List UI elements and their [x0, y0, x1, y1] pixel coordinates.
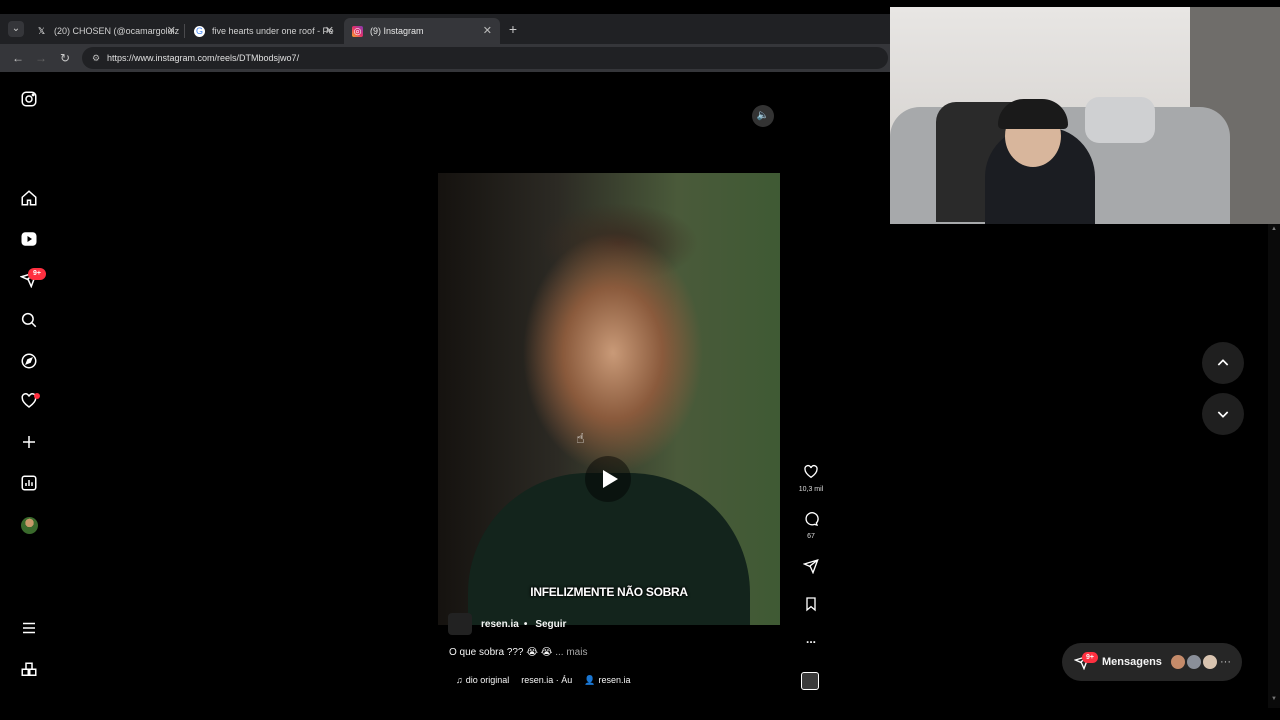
x-logo-icon: 𝕏 [37, 26, 46, 36]
chevron-up-icon [1217, 359, 1229, 366]
separator-dot: • [523, 618, 528, 630]
play-icon [602, 470, 618, 488]
messages-pill-badge: 9+ [1082, 652, 1098, 663]
tab-separator [184, 24, 185, 38]
send-icon [802, 558, 819, 575]
reels-icon[interactable] [18, 228, 40, 250]
webcam-pillow [1085, 97, 1155, 143]
audio-label: dio original [465, 675, 510, 685]
reel-user-row: resen.ia • Seguir [448, 613, 566, 635]
contact-avatar [1186, 654, 1202, 670]
messages-more: ··· [1220, 656, 1231, 668]
save-button[interactable] [796, 596, 826, 617]
tab-instagram[interactable]: ◎ (9) Instagram ✕ [344, 18, 500, 44]
close-icon[interactable]: ✕ [325, 18, 334, 44]
forward-arrow-icon[interactable]: → [33, 50, 49, 66]
reel-container[interactable]: 🔈 INFELIZMENTE NÃO SOBRA resen.ia • Segu… [438, 97, 780, 705]
scroll-down-icon[interactable]: ▼ [1268, 696, 1280, 706]
caption-more-link[interactable]: ... mais [555, 647, 587, 658]
hand-cursor-icon: ☝ [576, 430, 585, 446]
reel-video[interactable]: INFELIZMENTE NÃO SOBRA [438, 173, 780, 625]
like-button[interactable]: 10,3 mil [796, 464, 826, 493]
grid-icon[interactable] [18, 659, 40, 681]
messages-badge: 9+ [28, 268, 46, 280]
sound-icon[interactable]: 🔈 [752, 105, 774, 127]
instagram-logo-icon[interactable] [18, 88, 40, 110]
more-options-button[interactable]: ... [796, 632, 826, 646]
messages-label: Mensagens [1102, 656, 1162, 668]
browser-tab-bar: ⌄ 𝕏 (20) CHOSEN (@ocamargoluiz ✕ G five … [0, 14, 890, 44]
notification-dot [34, 393, 40, 399]
reload-icon[interactable]: ↻ [57, 50, 73, 66]
contact-avatar [1170, 654, 1186, 670]
address-bar-row: ← → ↻ ⚙ https://www.instagram.com/reels/… [0, 44, 890, 72]
play-button[interactable] [585, 456, 631, 502]
chart-icon[interactable] [18, 472, 40, 494]
video-subtitle: INFELIZMENTE NÃO SOBRA [530, 585, 688, 599]
comment-icon [805, 512, 819, 526]
tagged-user: resen.ia [598, 675, 631, 685]
back-arrow-icon[interactable]: ← [10, 50, 26, 66]
tab-title: (20) CHOSEN (@ocamargoluiz [54, 26, 180, 36]
close-icon[interactable]: ✕ [167, 18, 176, 44]
home-icon[interactable] [18, 187, 40, 209]
follow-button[interactable]: Seguir [535, 619, 566, 630]
tab-search-button[interactable]: ⌄ [8, 21, 24, 37]
close-icon[interactable]: ✕ [483, 18, 492, 44]
audio-author-tag[interactable]: resen.ia · Áu [521, 675, 572, 686]
google-icon: G [194, 26, 205, 37]
messages-pill[interactable]: 9+ Mensagens ··· [1062, 643, 1242, 681]
contact-avatar [1202, 654, 1218, 670]
tab-google-search[interactable]: G five hearts under one roof - Pe ✕ [186, 18, 342, 44]
chevron-down-icon [1217, 411, 1229, 418]
page-scrollbar[interactable]: ▲ ▼ [1268, 224, 1280, 708]
previous-reel-button[interactable] [1202, 342, 1244, 384]
webcam-overlay [890, 7, 1280, 224]
plus-icon[interactable] [18, 431, 40, 453]
url-text: https://www.instagram.com/reels/DTMbodsj… [107, 53, 300, 63]
scroll-up-icon[interactable]: ▲ [1268, 226, 1280, 236]
music-note-icon: ♫ [456, 675, 463, 685]
share-button[interactable] [796, 558, 826, 579]
caption-text: O que sobra ??? 😭 😭 [449, 647, 553, 658]
audio-thumbnail[interactable] [801, 672, 819, 690]
reel-user-avatar[interactable] [448, 613, 472, 635]
tab-x-chosen[interactable]: 𝕏 (20) CHOSEN (@ocamargoluiz ✕ [28, 18, 184, 44]
reel-username[interactable]: resen.ia [481, 619, 519, 630]
reel-caption: O que sobra ??? 😭 😭 ... mais [449, 647, 587, 658]
compass-icon[interactable] [18, 350, 40, 372]
url-input[interactable]: ⚙ https://www.instagram.com/reels/DTMbod… [82, 47, 888, 69]
new-tab-button[interactable]: + [506, 20, 520, 38]
comment-count: 67 [807, 533, 815, 540]
comment-button[interactable]: 67 [796, 511, 826, 540]
audio-tag[interactable]: ♫ dio original [456, 675, 509, 686]
instagram-sidebar [0, 72, 58, 708]
next-reel-button[interactable] [1202, 393, 1244, 435]
tab-title: five hearts under one roof - Pe [212, 26, 334, 36]
site-info-icon[interactable]: ⚙ [90, 52, 102, 64]
bookmark-icon [806, 597, 816, 612]
instagram-icon: ◎ [352, 26, 363, 37]
tagged-user-tag[interactable]: 👤 resen.ia [584, 675, 630, 686]
webcam-cap [998, 99, 1068, 129]
menu-icon[interactable] [18, 617, 40, 639]
search-icon[interactable] [18, 309, 40, 331]
profile-avatar-icon[interactable] [21, 517, 38, 534]
like-count: 10,3 mil [798, 486, 824, 493]
user-icon: 👤 [584, 675, 596, 685]
heart-icon [804, 464, 818, 479]
reel-tags: ♫ dio original resen.ia · Áu 👤 resen.ia [456, 675, 631, 686]
tab-title: (9) Instagram [370, 26, 424, 36]
